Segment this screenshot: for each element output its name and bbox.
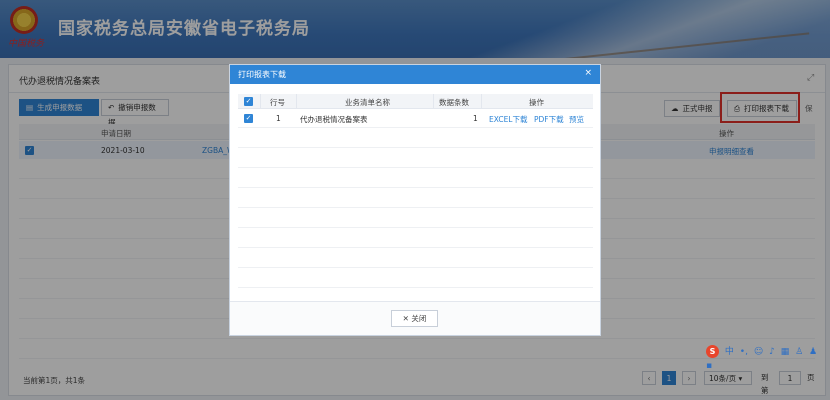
- col-name: 业务清单名称: [345, 98, 390, 107]
- ime-toolbar[interactable]: S 中 •, ☺ ♪ ▦ ♙ ♟ ▪: [706, 345, 830, 371]
- col-operation: 操作: [529, 98, 544, 107]
- pdf-download-link[interactable]: PDF下载: [534, 114, 564, 125]
- grid-icon: ▪: [706, 361, 713, 371]
- user-icon: ♙: [795, 347, 804, 357]
- sogou-logo-icon: S: [706, 345, 719, 358]
- mic-icon: ♪: [769, 347, 775, 357]
- col-row-no: 行号: [270, 98, 285, 107]
- download-table: ✓ 行号 业务清单名称 数据条数 操作 ✓ 1 代办退税情况备案表 1 EXCE…: [238, 94, 593, 308]
- row-number: 1: [276, 114, 281, 123]
- table-row[interactable]: ✓ 1 代办退税情况备案表 1 EXCEL下载 PDF下载 预览: [238, 109, 593, 128]
- dialog-footer: ✕ 关闭: [230, 301, 600, 335]
- close-icon[interactable]: ×: [584, 68, 592, 78]
- row-checkbox[interactable]: ✓: [244, 114, 253, 123]
- close-button[interactable]: ✕ 关闭: [391, 310, 438, 327]
- chinese-mode-label: 中: [724, 347, 734, 357]
- dialog-header: 打印报表下载 ×: [230, 65, 600, 84]
- shirt-icon: ♟: [809, 347, 818, 357]
- dialog-title: 打印报表下载: [238, 70, 286, 79]
- row-name: 代办退税情况备案表: [300, 115, 368, 124]
- emoji-icon: ☺: [753, 347, 764, 357]
- download-table-header: ✓ 行号 业务清单名称 数据条数 操作: [238, 94, 593, 109]
- punctuation-icon: •,: [739, 347, 748, 357]
- select-all-checkbox[interactable]: ✓: [244, 97, 253, 106]
- excel-download-link[interactable]: EXCEL下载: [489, 114, 528, 125]
- preview-link[interactable]: 预览: [569, 114, 584, 125]
- col-count: 数据条数: [439, 98, 469, 107]
- keyboard-icon: ▦: [780, 347, 790, 357]
- print-download-dialog: 打印报表下载 × ✓ 行号 业务清单名称 数据条数 操作 ✓ 1 代办退税情况备…: [229, 64, 601, 336]
- row-count: 1: [473, 114, 478, 123]
